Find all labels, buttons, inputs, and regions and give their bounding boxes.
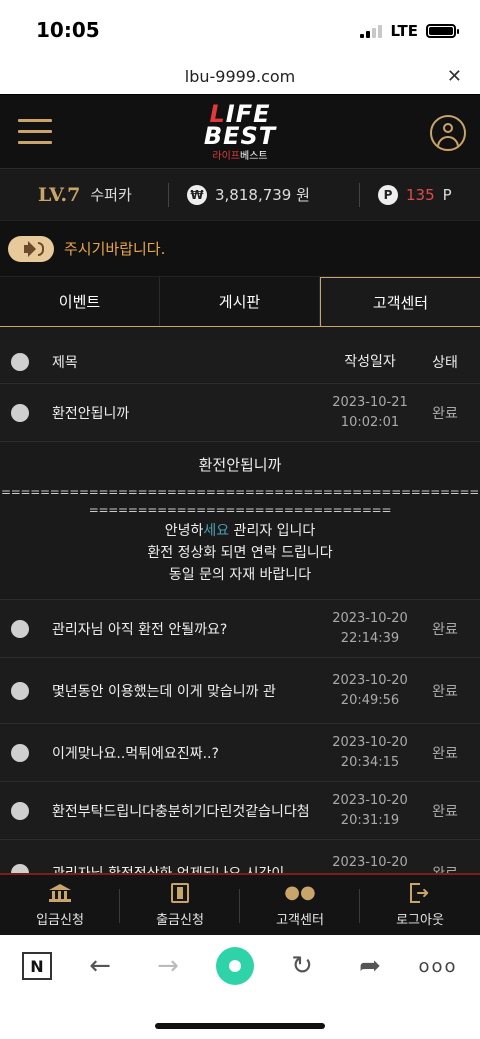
url-text: lbu-9999.com xyxy=(184,67,296,86)
detail-separator: ========================================… xyxy=(1,485,479,517)
logo-line2: BEST xyxy=(203,122,277,150)
row-checkbox[interactable] xyxy=(11,801,29,820)
row-date: 2023-10-20 20:49:56 xyxy=(332,672,408,708)
user-info-bar: LV.7 수퍼카 ₩ 3,818,739 원 P 135 P xyxy=(0,168,480,220)
user-money: ₩ 3,818,739 원 xyxy=(169,184,359,205)
nav-logout[interactable]: ➜ 로그아웃 xyxy=(360,875,480,935)
row-date: 2023-10-20 22:14:39 xyxy=(332,610,408,646)
share-icon[interactable]: ➦ xyxy=(350,951,390,981)
row-status: 완료 xyxy=(432,405,458,422)
logo-sub-accent: 라이프 xyxy=(212,151,240,162)
nav-withdraw-label: 출금신청 xyxy=(156,912,204,928)
more-icon[interactable]: ooo xyxy=(418,956,458,977)
row-status: 완료 xyxy=(432,683,458,700)
point-icon: P xyxy=(378,184,398,205)
naver-home-icon[interactable]: N xyxy=(22,952,52,980)
bank-icon xyxy=(49,883,71,902)
table-row[interactable]: 몇년동안 이용했는데 이게 맞습니까 관 2023-10-20 20:49:56… xyxy=(0,658,480,724)
forward-arrow-icon[interactable]: → xyxy=(148,951,188,981)
won-coin-icon: ₩ xyxy=(187,184,207,205)
row-title[interactable]: 환전부탁드립니다충분히기다린것같습니다첨 xyxy=(52,801,330,821)
row-title[interactable]: 이게맞나요..먹튀에요진짜..? xyxy=(52,743,330,763)
money-value: 3,818,739 원 xyxy=(215,186,310,204)
nav-customer-center-label: 고객센터 xyxy=(276,912,324,928)
status-time: 10:05 xyxy=(36,18,100,42)
table-row[interactable]: 환전부탁드립니다충분히기다린것같습니다첨 2023-10-20 20:31:19… xyxy=(0,782,480,840)
refresh-icon[interactable]: ↻ xyxy=(282,951,322,981)
row-checkbox[interactable] xyxy=(11,743,29,762)
nav-withdraw[interactable]: 출금신청 xyxy=(120,875,240,935)
hamburger-menu-icon[interactable] xyxy=(18,119,52,145)
status-indicators: LTE xyxy=(360,22,459,40)
header-date: 작성일자 xyxy=(344,353,396,370)
point-unit: P xyxy=(442,185,452,204)
detail-title: 환전안됩니까 xyxy=(198,456,282,474)
header-title: 제목 xyxy=(52,354,78,371)
user-point: P 135 P xyxy=(360,184,452,205)
level-badge: LV.7 xyxy=(38,183,81,206)
detail-line1-watermark: 세요 xyxy=(203,523,230,539)
row-checkbox[interactable] xyxy=(11,403,29,422)
row-title[interactable]: 관리자님 아직 환전 안될까요? xyxy=(52,619,330,639)
row-title[interactable]: 환전안됩니까 xyxy=(52,403,330,423)
close-icon[interactable]: ✕ xyxy=(447,66,462,87)
withdraw-icon xyxy=(171,882,189,903)
signal-icon xyxy=(360,24,383,38)
battery-icon xyxy=(426,24,459,38)
home-green-icon[interactable] xyxy=(216,947,254,985)
network-label: LTE xyxy=(390,22,418,40)
site-header: LIFE BEST 라이프베스트 xyxy=(0,94,480,168)
speaker-icon xyxy=(8,235,54,262)
back-arrow-icon[interactable]: ← xyxy=(80,951,120,981)
row-date: 2023-10-20 20:31:19 xyxy=(332,792,408,828)
logo-sub: 베스트 xyxy=(240,151,268,162)
table-header: 제목 작성일자 상태 xyxy=(0,340,480,384)
user-profile-icon[interactable] xyxy=(430,115,466,151)
inquiry-table: 제목 작성일자 상태 환전안됩니까 2023-10-21 10:02:01 완료… xyxy=(0,340,480,906)
detail-line3: 동일 문의 자재 바랍니다 xyxy=(168,567,312,583)
notice-text: 주시기바랍니다. xyxy=(64,240,166,258)
tab-board[interactable]: 게시판 xyxy=(160,277,320,326)
user-level: LV.7 수퍼카 xyxy=(0,184,168,206)
row-status: 완료 xyxy=(432,621,458,638)
tab-customer-center[interactable]: 고객센터 xyxy=(320,277,480,326)
bottom-nav: 입금신청 출금신청 ●● 고객센터 ➜ 로그아웃 xyxy=(0,873,480,935)
row-status: 완료 xyxy=(432,803,458,820)
chat-icon: ●● xyxy=(284,882,316,903)
browser-url-bar[interactable]: lbu-9999.com ✕ xyxy=(0,60,480,94)
nav-deposit-label: 입금신청 xyxy=(36,912,84,928)
row-date: 2023-10-20 20:34:15 xyxy=(332,734,408,770)
site-logo[interactable]: LIFE BEST 라이프베스트 xyxy=(203,102,277,162)
row-title[interactable]: 몇년동안 이용했는데 이게 맞습니까 관 xyxy=(52,681,330,701)
row-date: 2023-10-21 10:02:01 xyxy=(332,394,408,430)
inquiry-detail: 환전안됩니까 =================================… xyxy=(0,442,480,600)
tab-event[interactable]: 이벤트 xyxy=(0,277,160,326)
detail-line1-post: 관리자 입니다 xyxy=(229,523,316,539)
browser-toolbar: N ← → ↻ ➦ ooo xyxy=(0,935,480,997)
notice-bar: 주시기바랍니다. xyxy=(0,220,480,276)
detail-line1-pre: 안녕하 xyxy=(164,523,204,539)
board-tabs: 이벤트 게시판 고객센터 xyxy=(0,276,480,326)
detail-line1: 안녕하세요 관리자 입니다 xyxy=(0,521,480,541)
status-bar: 10:05 LTE xyxy=(0,0,480,60)
level-name: 수퍼카 xyxy=(90,186,132,204)
nav-customer-center[interactable]: ●● 고객센터 xyxy=(240,875,360,935)
table-row[interactable]: 이게맞나요..먹튀에요진짜..? 2023-10-20 20:34:15 완료 xyxy=(0,724,480,782)
row-checkbox[interactable] xyxy=(11,619,29,638)
header-status: 상태 xyxy=(432,354,458,371)
detail-line2: 환전 정상화 되면 연락 드립니다 xyxy=(147,545,333,561)
home-indicator xyxy=(155,1023,325,1029)
select-all-checkbox[interactable] xyxy=(11,352,29,371)
table-row[interactable]: 환전안됩니까 2023-10-21 10:02:01 완료 xyxy=(0,384,480,442)
table-row[interactable]: 관리자님 아직 환전 안될까요? 2023-10-20 22:14:39 완료 xyxy=(0,600,480,658)
row-status: 완료 xyxy=(432,745,458,762)
nav-deposit[interactable]: 입금신청 xyxy=(0,875,120,935)
row-checkbox[interactable] xyxy=(11,681,29,700)
nav-logout-label: 로그아웃 xyxy=(396,912,444,928)
point-value: 135 xyxy=(406,185,435,204)
tabs-underline xyxy=(0,326,480,340)
logout-icon: ➜ xyxy=(410,882,430,903)
